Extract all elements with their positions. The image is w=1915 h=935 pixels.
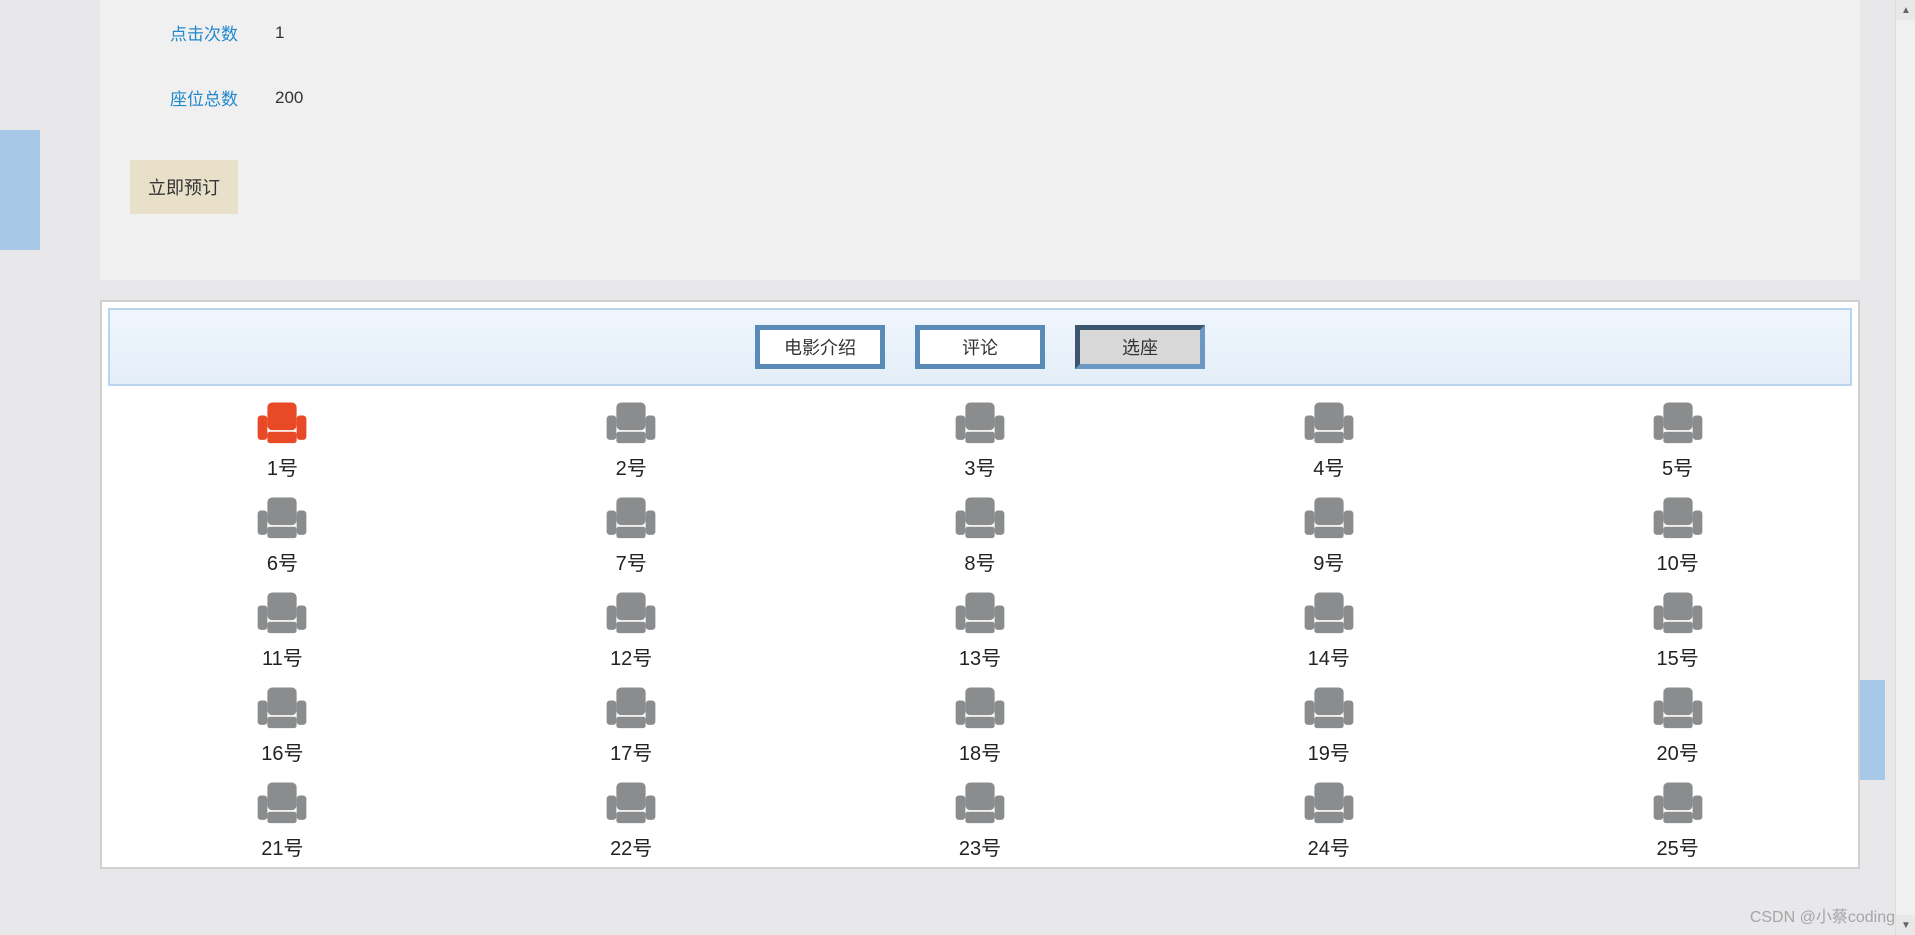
seat-14[interactable]: 14号 (1154, 588, 1503, 671)
seat-label: 1号 (267, 452, 298, 481)
seat-icon (605, 778, 657, 826)
click-count-value: 1 (275, 23, 284, 43)
seat-icon (256, 683, 308, 731)
seat-4[interactable]: 4号 (1154, 398, 1503, 481)
seat-12[interactable]: 12号 (457, 588, 806, 671)
scrollbar[interactable]: ▲ ▼ (1895, 0, 1915, 935)
seats-grid: 1号 2号 3号 4号 5号 6号 7号 8号 (108, 386, 1852, 861)
seat-7[interactable]: 7号 (457, 493, 806, 576)
seat-label: 16号 (261, 737, 303, 766)
seat-15[interactable]: 15号 (1503, 588, 1852, 671)
seat-label: 11号 (262, 642, 303, 671)
seat-label: 24号 (1308, 832, 1350, 861)
seat-icon (1652, 493, 1704, 541)
seat-total-label: 座位总数 (170, 85, 260, 110)
tab-1[interactable]: 评论 (915, 325, 1045, 369)
seat-total-value: 200 (275, 88, 303, 108)
info-panel: 点击次数 1 座位总数 200 立即预订 (100, 0, 1860, 280)
seat-icon (954, 588, 1006, 636)
book-now-button[interactable]: 立即预订 (130, 160, 238, 214)
seat-total-row: 座位总数 200 (170, 85, 1790, 110)
seat-label: 25号 (1656, 832, 1698, 861)
seat-icon (1303, 493, 1355, 541)
seat-icon (1303, 778, 1355, 826)
seat-22[interactable]: 22号 (457, 778, 806, 861)
seat-2[interactable]: 2号 (457, 398, 806, 481)
seat-icon (954, 683, 1006, 731)
seat-label: 2号 (616, 452, 647, 481)
seat-icon (256, 398, 308, 446)
decoration-left (0, 130, 40, 250)
seat-icon (605, 493, 657, 541)
seat-18[interactable]: 18号 (806, 683, 1155, 766)
seat-25[interactable]: 25号 (1503, 778, 1852, 861)
tab-label: 电影介绍 (784, 334, 856, 360)
seat-label: 4号 (1313, 452, 1344, 481)
seat-label: 23号 (959, 832, 1001, 861)
seat-label: 9号 (1313, 547, 1344, 576)
seat-icon (605, 588, 657, 636)
seat-icon (256, 778, 308, 826)
tabs-bar: 电影介绍 评论 选座 (108, 308, 1852, 386)
tab-label: 选座 (1122, 334, 1158, 360)
click-count-row: 点击次数 1 (170, 20, 1790, 45)
seat-label: 3号 (964, 452, 995, 481)
seat-icon (954, 493, 1006, 541)
seat-label: 15号 (1656, 642, 1698, 671)
seat-1[interactable]: 1号 (108, 398, 457, 481)
seat-icon (605, 683, 657, 731)
seat-icon (954, 778, 1006, 826)
click-count-label: 点击次数 (170, 20, 260, 45)
seat-6[interactable]: 6号 (108, 493, 457, 576)
seat-label: 12号 (610, 642, 652, 671)
seat-3[interactable]: 3号 (806, 398, 1155, 481)
seat-11[interactable]: 11号 (108, 588, 457, 671)
seat-icon (1303, 398, 1355, 446)
seat-icon (1303, 683, 1355, 731)
seat-9[interactable]: 9号 (1154, 493, 1503, 576)
tab-0[interactable]: 电影介绍 (755, 325, 885, 369)
seat-23[interactable]: 23号 (806, 778, 1155, 861)
tab-label: 评论 (962, 334, 998, 360)
seat-17[interactable]: 17号 (457, 683, 806, 766)
seat-icon (1652, 778, 1704, 826)
seat-icon (1652, 683, 1704, 731)
seat-label: 6号 (267, 547, 298, 576)
seat-label: 17号 (610, 737, 652, 766)
seat-24[interactable]: 24号 (1154, 778, 1503, 861)
content-container: 电影介绍 评论 选座 1号 2号 3号 4号 5号 6号 7号 (100, 300, 1860, 869)
seat-label: 10号 (1656, 547, 1698, 576)
seat-label: 8号 (964, 547, 995, 576)
seat-label: 19号 (1308, 737, 1350, 766)
seat-16[interactable]: 16号 (108, 683, 457, 766)
seat-label: 22号 (610, 832, 652, 861)
seat-icon (954, 398, 1006, 446)
watermark: CSDN @小蔡coding (1750, 903, 1895, 927)
tab-2[interactable]: 选座 (1075, 325, 1205, 369)
seat-20[interactable]: 20号 (1503, 683, 1852, 766)
scroll-up-icon[interactable]: ▲ (1896, 0, 1915, 20)
seat-icon (1303, 588, 1355, 636)
seat-label: 21号 (261, 832, 303, 861)
seat-5[interactable]: 5号 (1503, 398, 1852, 481)
seat-label: 5号 (1662, 452, 1693, 481)
seat-19[interactable]: 19号 (1154, 683, 1503, 766)
scroll-down-icon[interactable]: ▼ (1896, 915, 1915, 935)
seat-8[interactable]: 8号 (806, 493, 1155, 576)
seat-10[interactable]: 10号 (1503, 493, 1852, 576)
seat-21[interactable]: 21号 (108, 778, 457, 861)
seat-label: 14号 (1308, 642, 1350, 671)
seat-label: 20号 (1656, 737, 1698, 766)
seat-icon (1652, 588, 1704, 636)
seat-label: 7号 (616, 547, 647, 576)
seat-icon (605, 398, 657, 446)
seat-icon (256, 493, 308, 541)
seat-icon (1652, 398, 1704, 446)
seat-label: 18号 (959, 737, 1001, 766)
seat-13[interactable]: 13号 (806, 588, 1155, 671)
seat-label: 13号 (959, 642, 1001, 671)
seat-icon (256, 588, 308, 636)
